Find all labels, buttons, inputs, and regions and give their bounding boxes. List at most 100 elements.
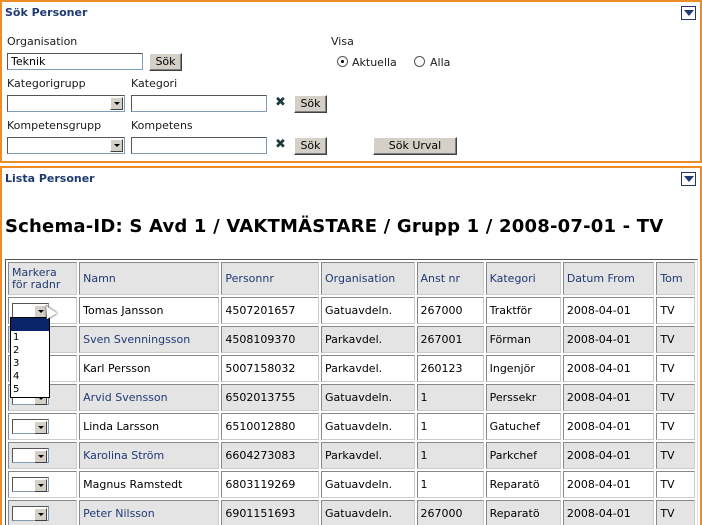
col-namn-header: Namn [79,262,220,295]
cell-namn[interactable]: Sven Svenningsson [79,326,220,353]
cell-namn[interactable]: Linda Larsson [79,413,220,440]
sok-urval-button[interactable]: Sök Urval [373,137,457,155]
visa-label: Visa [331,35,354,48]
list-persons-panel: Lista Personer Schema-ID: S Avd 1 / VAKT… [0,166,702,525]
cell-tom: TV [656,500,695,525]
kategori-search-button[interactable]: Sök [294,95,327,113]
cell-namn[interactable]: Arvid Svensson [79,384,220,411]
dropdown-option[interactable] [11,318,49,331]
table-row: Sven Svenningsson 4508109370 Parkavdel. 267… [8,326,695,353]
col-personnr-header: Personnr [221,262,319,295]
row-mark-cell [8,442,78,469]
chevron-down-icon [110,139,123,152]
schema-heading: Schema-ID: S Avd 1 / VAKTMÄSTARE / Grupp… [5,216,664,237]
dropdown-option[interactable]: 1 [11,331,49,344]
organisation-label: Organisation [7,35,78,48]
kompetensgrupp-label: Kompetensgrupp [7,119,102,132]
cell-datum-from: 2008-04-01 [562,384,655,411]
cell-personnr: 5007158032 [221,355,319,382]
cell-personnr: 6604273083 [221,442,319,469]
clear-kompetens-icon[interactable]: ✖ [275,137,286,152]
row-mark-cell [8,500,78,525]
cell-kategori: Parkchef [485,442,561,469]
chevron-down-icon [34,479,47,492]
col-datum-from-header: Datum From [562,262,655,295]
dropdown-option[interactable]: 2 [11,344,49,357]
row-mark-cell [8,471,78,498]
cell-organisation: Gatuavdeln. [321,384,415,411]
row-mark-cell [8,413,78,440]
kompetensgrupp-select[interactable] [7,137,125,154]
kategorigrupp-label: Kategorigrupp [7,77,86,90]
table-row: Peter Nilsson 6901151693 Gatuavdeln. 267000… [8,500,695,525]
aktuella-radio[interactable] [337,56,348,67]
kompetens-label: Kompetens [131,119,193,132]
cell-tom: TV [656,442,695,469]
alla-radio[interactable] [414,56,425,67]
search-panel-title: Sök Personer [5,6,88,19]
cell-anst-nr: 1 [416,442,484,469]
col-tom-header: Tom [656,262,695,295]
clear-kategori-icon[interactable]: ✖ [275,95,286,110]
row-mark-select[interactable] [12,419,49,434]
cell-datum-from: 2008-04-01 [562,326,655,353]
cell-namn[interactable]: Peter Nilsson [79,500,220,525]
cell-anst-nr: 260123 [416,355,484,382]
cell-organisation: Parkavdel. [321,355,415,382]
cell-organisation: Gatuavdeln. [321,297,415,324]
kompetens-input[interactable] [131,137,267,154]
kompetens-search-button[interactable]: Sök [294,137,327,155]
table-row: Karolina Ström 6604273083 Parkavdel. 1 Parkc… [8,442,695,469]
dropdown-option[interactable]: 5 [11,383,49,396]
kategori-label: Kategori [131,77,178,90]
cell-datum-from: 2008-04-01 [562,442,655,469]
col-markera-header: Markera för radnr [8,262,78,295]
row-mark-select[interactable] [12,448,49,463]
organisation-input[interactable]: Teknik [7,53,143,70]
cell-personnr: 6502013755 [221,384,319,411]
cell-organisation: Parkavdel. [321,442,415,469]
cell-namn[interactable]: Karolina Ström [79,442,220,469]
cell-organisation: Gatuavdeln. [321,471,415,498]
table-row: Karl Persson 5007158032 Parkavdel. 260123 In… [8,355,695,382]
cell-kategori: Förman [485,326,561,353]
table-row: Tomas Jansson 4507201657 Gatuavdeln. 267000… [8,297,695,324]
cell-tom: TV [656,384,695,411]
row-mark-dropdown-list[interactable]: 12345 [10,317,50,398]
cell-anst-nr: 1 [416,471,484,498]
col-kategori-header: Kategori [485,262,561,295]
cell-tom: TV [656,471,695,498]
kategori-input[interactable] [131,95,267,112]
cell-organisation: Parkavdel. [321,326,415,353]
cell-namn[interactable]: Tomas Jansson [79,297,220,324]
chevron-down-icon [683,10,694,16]
cell-organisation: Gatuavdeln. [321,500,415,525]
collapse-list-panel-button[interactable] [681,172,696,186]
cell-namn[interactable]: Magnus Ramstedt [79,471,220,498]
chevron-down-icon [34,450,47,463]
collapse-search-panel-button[interactable] [681,6,696,20]
cell-anst-nr: 267001 [416,326,484,353]
row-mark-select[interactable] [12,506,49,521]
col-anst-nr-header: Anst nr [416,262,484,295]
cell-personnr: 6901151693 [221,500,319,525]
dropdown-option[interactable]: 3 [11,357,49,370]
cell-namn[interactable]: Karl Persson [79,355,220,382]
row-mark-select[interactable] [12,477,49,492]
cell-anst-nr: 1 [416,384,484,411]
kategorigrupp-select[interactable] [7,95,125,112]
cell-personnr: 4507201657 [221,297,319,324]
cell-kategori: Traktför [485,297,561,324]
cell-kategori: Perssekr [485,384,561,411]
chevron-down-icon [683,176,694,182]
organisation-search-button[interactable]: Sök [149,53,182,71]
dropdown-option[interactable]: 4 [11,370,49,383]
cell-tom: TV [656,297,695,324]
cell-organisation: Gatuavdeln. [321,413,415,440]
cell-kategori: Reparatö [485,471,561,498]
cell-datum-from: 2008-04-01 [562,500,655,525]
aktuella-radio-label: Aktuella [352,56,397,69]
cell-tom: TV [656,355,695,382]
cell-anst-nr: 1 [416,413,484,440]
cell-datum-from: 2008-04-01 [562,413,655,440]
